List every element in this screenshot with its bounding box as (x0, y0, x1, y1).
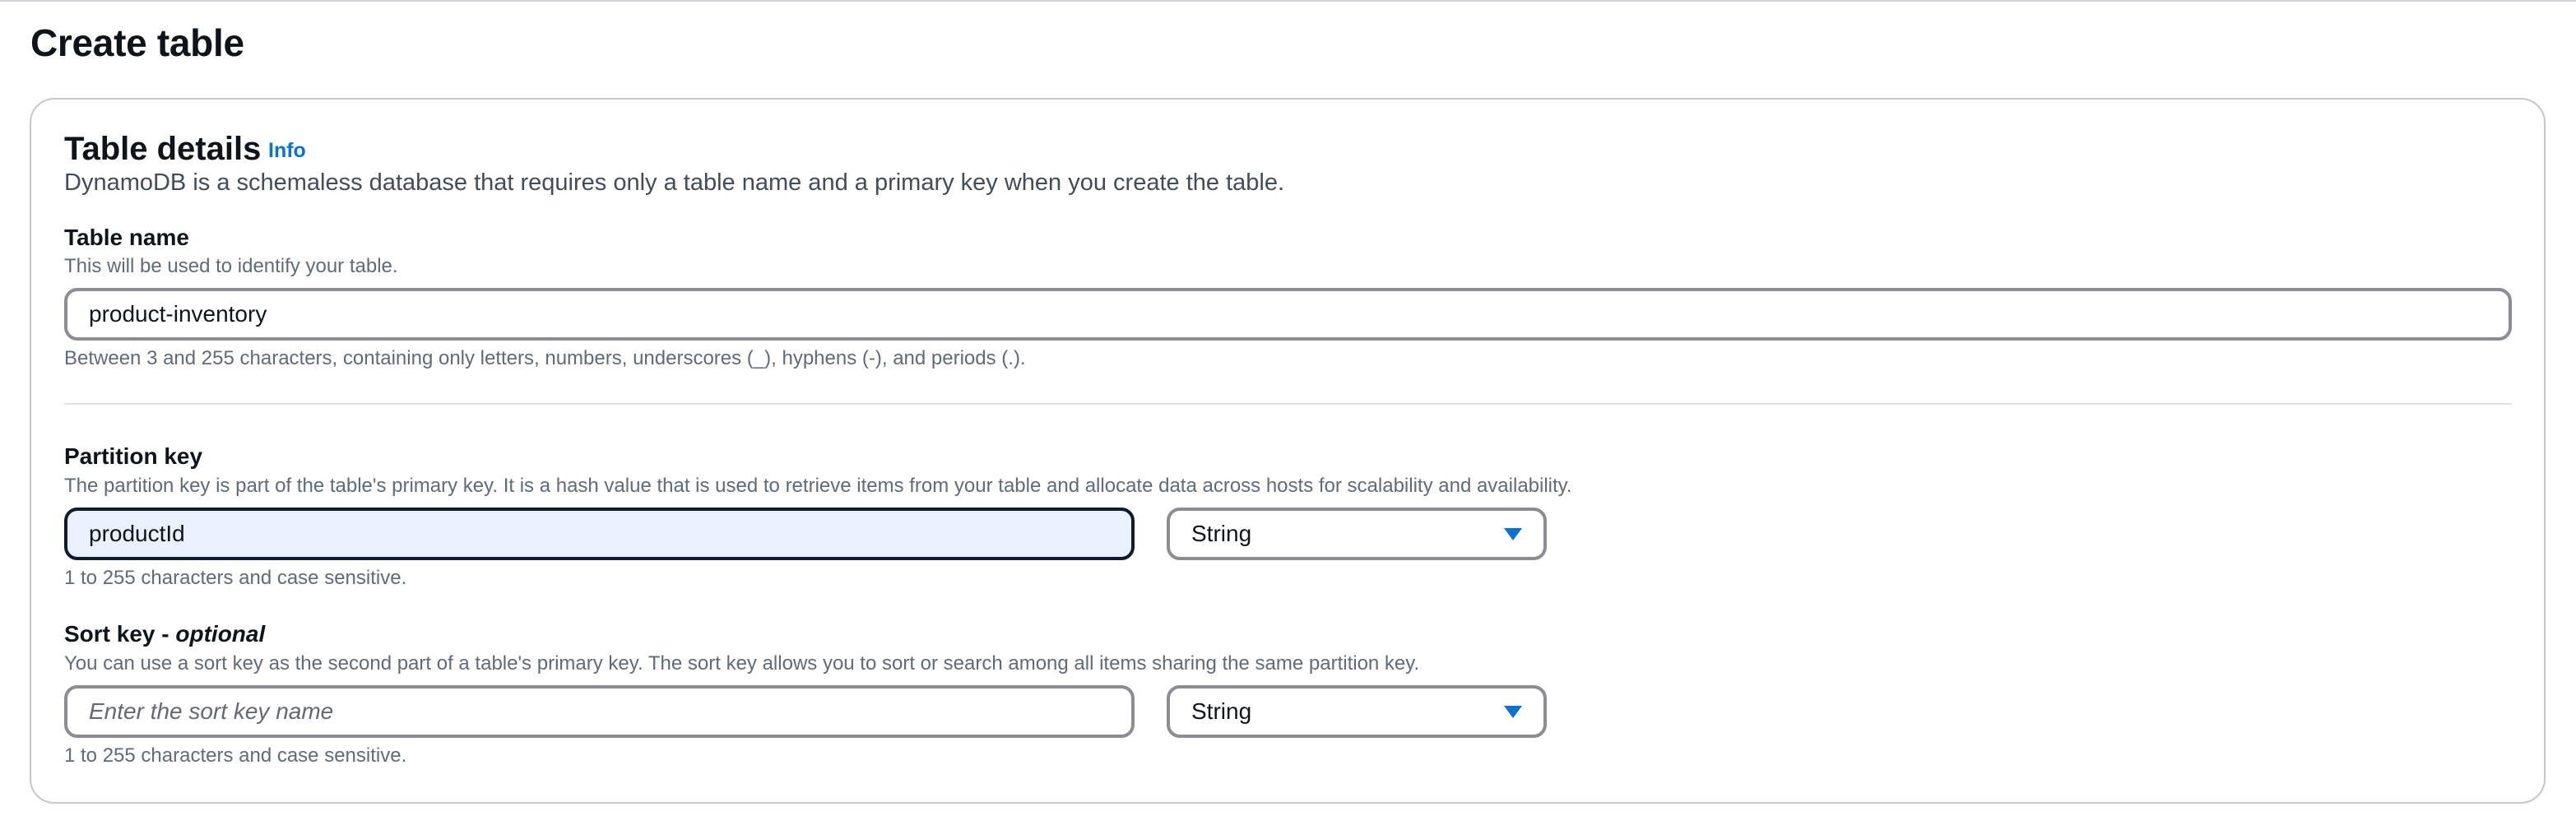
panel-description: DynamoDB is a schemaless database that r… (64, 169, 1285, 196)
table-name-input[interactable] (64, 288, 2512, 341)
caret-down-icon (1504, 527, 1522, 540)
sort-key-type-select[interactable]: String (1167, 685, 1547, 738)
caret-down-icon (1504, 705, 1522, 718)
page-title: Create table (30, 21, 244, 64)
sort-key-input[interactable] (64, 685, 1135, 738)
sort-key-constraint: 1 to 255 characters and case sensitive. (64, 744, 407, 767)
sort-key-label-text: Sort key - (64, 621, 176, 647)
partition-key-label: Partition key (64, 443, 203, 469)
partition-key-input[interactable] (64, 508, 1135, 560)
partition-key-description: The partition key is part of the table's… (64, 475, 1572, 497)
table-name-constraint: Between 3 and 255 characters, containing… (64, 347, 1026, 369)
sort-key-type-value: String (1191, 698, 1252, 724)
sort-key-description: You can use a sort key as the second par… (64, 652, 1420, 675)
table-details-panel: Table details Info DynamoDB is a schemal… (30, 98, 2546, 804)
section-divider (64, 403, 2512, 405)
table-name-label: Table name (64, 225, 189, 250)
sort-key-label: Sort key - optional (64, 619, 265, 649)
info-link[interactable]: Info (268, 137, 306, 164)
sort-key-optional-text: optional (175, 621, 266, 647)
top-divider (0, 0, 2576, 2)
table-name-description: This will be used to identify your table… (64, 255, 398, 277)
partition-key-constraint: 1 to 255 characters and case sensitive. (64, 567, 407, 589)
partition-key-type-select[interactable]: String (1167, 508, 1547, 560)
panel-title: Table details (64, 131, 262, 167)
partition-key-type-value: String (1191, 521, 1252, 546)
